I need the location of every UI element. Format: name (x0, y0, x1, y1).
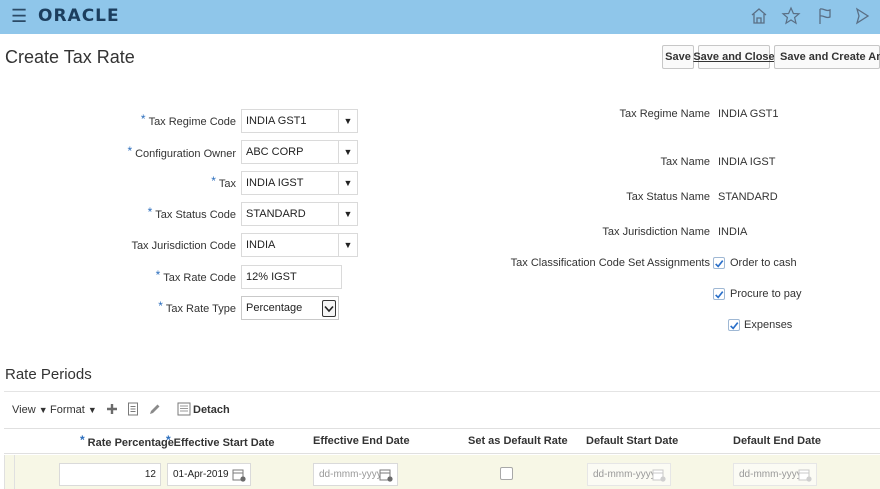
save-button[interactable]: Save (662, 45, 694, 69)
calendar-icon (652, 469, 666, 482)
column-header-default-end-date[interactable]: Default End Date (733, 435, 821, 447)
home-icon[interactable] (747, 4, 771, 28)
tax-rate-code-input[interactable]: 12% IGST (241, 265, 342, 289)
tax-jurisdiction-name-label: Tax Jurisdiction Name (602, 226, 710, 238)
column-header-rate-percentage[interactable]: * Rate Percentage (80, 433, 174, 449)
dropdown-arrow-icon[interactable]: ▼ (338, 109, 358, 133)
order-to-cash-checkbox[interactable] (713, 257, 725, 269)
effective-end-date-input[interactable]: dd-mmm-yyyy (313, 463, 398, 486)
dropdown-arrow-icon[interactable]: ▼ (338, 140, 358, 164)
procure-to-pay-checkbox[interactable] (713, 288, 725, 300)
configuration-owner-label: * Configuration Owner (127, 144, 236, 160)
dropdown-arrow-icon[interactable]: ▼ (338, 171, 358, 195)
tax-select[interactable]: INDIA IGST ▼ (241, 171, 358, 195)
notification-icon[interactable] (850, 4, 874, 28)
configuration-owner-select[interactable]: ABC CORP ▼ (241, 140, 358, 164)
table-row[interactable]: 12 01-Apr-2019 dd-mmm-yyyy dd-mmm-yyyy d… (4, 455, 880, 489)
tax-regime-code-select[interactable]: INDIA GST1 ▼ (241, 109, 358, 133)
order-to-cash-label: Order to cash (730, 257, 797, 269)
tax-regime-name-label: Tax Regime Name (619, 108, 710, 120)
checkmark-icon (715, 290, 724, 299)
tax-status-code-select[interactable]: STANDARD ▼ (241, 202, 358, 226)
dropdown-arrow-icon: ▼ (87, 405, 97, 415)
default-start-date-input: dd-mmm-yyyy (587, 463, 671, 486)
tax-name-value: INDIA IGST (718, 156, 776, 168)
save-and-close-button[interactable]: Save and Close (693, 45, 775, 69)
tax-name-label: Tax Name (660, 156, 710, 168)
tax-status-name-label: Tax Status Name (626, 191, 710, 203)
tax-rate-type-label: * Tax Rate Type (158, 299, 236, 315)
chevron-down-icon[interactable] (322, 300, 336, 317)
tax-rate-type-select[interactable]: Percentage (241, 296, 339, 320)
default-end-date-input: dd-mmm-yyyy (733, 463, 817, 486)
rate-periods-table-header: * Rate Percentage * Effective Start Date E… (4, 428, 880, 454)
checkmark-icon (715, 259, 724, 268)
set-as-default-rate-checkbox[interactable] (500, 467, 513, 480)
tax-status-code-label: * Tax Status Code (147, 205, 236, 221)
tax-regime-code-label: * Tax Regime Code (140, 112, 236, 128)
add-icon[interactable] (104, 401, 120, 417)
tax-rate-code-label: * Tax Rate Code (155, 268, 236, 284)
format-menu[interactable]: Format ▼ (50, 404, 97, 416)
dropdown-arrow-icon[interactable]: ▼ (338, 233, 358, 257)
expenses-label: Expenses (744, 319, 793, 331)
column-header-set-as-default-rate[interactable]: Set as Default Rate (468, 435, 568, 447)
star-icon[interactable] (779, 4, 803, 28)
detach-icon[interactable] (176, 401, 192, 417)
row-selector[interactable] (5, 455, 15, 489)
calendar-icon (798, 469, 812, 482)
calendar-icon[interactable] (232, 468, 246, 482)
tax-jurisdiction-code-label: Tax Jurisdiction Code (131, 240, 236, 252)
expenses-checkbox[interactable] (728, 319, 740, 331)
effective-start-date-input[interactable]: 01-Apr-2019 (167, 463, 251, 486)
detach-button[interactable]: Detach (193, 404, 230, 416)
column-header-effective-start-date[interactable]: * Effective Start Date (166, 433, 275, 449)
edit-document-icon[interactable] (125, 401, 141, 417)
page-title: Create Tax Rate (5, 47, 135, 67)
column-header-default-start-date[interactable]: Default Start Date (586, 435, 678, 447)
save-and-create-another-button[interactable]: Save and Create Another (774, 45, 880, 69)
calendar-icon[interactable] (379, 468, 393, 482)
rate-periods-toolbar: View ▼ Format ▼ Detach (4, 391, 880, 428)
dropdown-arrow-icon[interactable]: ▼ (338, 202, 358, 226)
checkmark-icon (730, 321, 739, 330)
column-header-effective-end-date[interactable]: Effective End Date (313, 435, 410, 447)
view-menu[interactable]: View ▼ (12, 404, 48, 416)
pencil-icon[interactable] (146, 401, 162, 417)
tax-jurisdiction-code-select[interactable]: INDIA ▼ (241, 233, 358, 257)
classification-set-label: Tax Classification Code Set Assignments (510, 257, 710, 269)
hamburger-icon[interactable]: ☰ (11, 7, 27, 25)
rate-periods-title: Rate Periods (5, 366, 92, 383)
oracle-logo[interactable]: ORACLE (38, 6, 120, 26)
tax-label: * Tax (211, 174, 236, 190)
flag-icon[interactable] (813, 4, 837, 28)
tax-jurisdiction-name-value: INDIA (718, 226, 748, 238)
tax-status-name-value: STANDARD (718, 191, 778, 203)
tax-regime-name-value: INDIA GST1 (718, 108, 779, 120)
procure-to-pay-label: Procure to pay (730, 288, 802, 300)
global-header: ☰ ORACLE (0, 0, 880, 34)
rate-percentage-input[interactable]: 12 (59, 463, 161, 486)
dropdown-arrow-icon: ▼ (38, 405, 48, 415)
